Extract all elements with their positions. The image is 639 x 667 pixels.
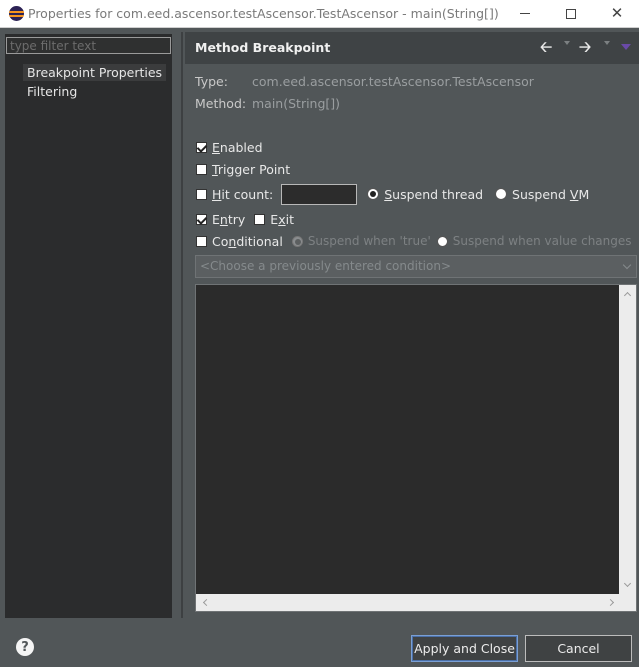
conditional-label-post: ditional: [236, 233, 283, 249]
hit-count-label-mnemonic: H: [212, 186, 222, 202]
scroll-down-icon[interactable]: [623, 579, 632, 588]
scrollbar-corner: [619, 594, 636, 611]
vertical-scrollbar[interactable]: [619, 285, 636, 594]
method-label: Method:: [195, 96, 247, 111]
trigger-point-checkbox[interactable]: [196, 163, 207, 175]
method-value: main(String[]): [252, 96, 341, 111]
exit-checkbox[interactable]: [254, 213, 266, 225]
trigger-point-label: Trigger Point: [212, 162, 290, 177]
suspend-thread-label[interactable]: Suspend thread: [384, 187, 483, 202]
condition-history-placeholder: <Choose a previously entered condition>: [200, 259, 451, 273]
enabled-label: Enabled: [212, 140, 263, 155]
suspend-thread-label-post: uspend thread: [392, 186, 484, 202]
entry-label-pre: E: [212, 211, 220, 227]
enabled-checkbox-row[interactable]: Enabled: [196, 138, 263, 156]
suspend-when-changes-radio[interactable]: [436, 235, 448, 247]
entry-label-mnemonic: n: [219, 211, 228, 227]
entry-checkbox[interactable]: [196, 213, 207, 225]
tree-item-filtering[interactable]: Filtering: [23, 83, 81, 100]
suspend-when-true-radio[interactable]: [291, 235, 303, 247]
entry-exit-row: Entry Exit: [196, 210, 294, 228]
scroll-right-icon[interactable]: [606, 598, 615, 607]
trigger-point-checkbox-row[interactable]: Trigger Point: [196, 160, 290, 178]
type-label: Type:: [195, 74, 228, 89]
apply-and-close-button[interactable]: Apply and Close: [411, 635, 518, 662]
suspend-thread-label-mnemonic: S: [384, 186, 393, 202]
exit-label[interactable]: Exit: [270, 212, 294, 227]
conditional-row: Conditional Suspend when 'true' Suspend …: [196, 232, 632, 250]
exit-label-post: it: [285, 211, 294, 227]
hit-count-label-post: it count:: [221, 186, 274, 202]
window-titlebar: Properties for com.eed.ascensor.testAsce…: [0, 0, 639, 28]
maximize-icon: [566, 8, 576, 19]
conditional-label[interactable]: Conditional: [212, 234, 283, 249]
suspend-vm-label-pre: Suspend: [512, 186, 570, 202]
scroll-left-icon[interactable]: [202, 598, 211, 607]
horizontal-scrollbar[interactable]: [196, 594, 621, 611]
forward-history-dropdown-icon[interactable]: [604, 41, 610, 45]
hit-count-input[interactable]: [281, 183, 358, 205]
conditional-label-pre: Co: [212, 233, 229, 249]
preference-tree-pane: Breakpoint Properties Filtering: [5, 34, 172, 618]
eclipse-logo-icon: [9, 6, 24, 21]
back-history-dropdown-icon[interactable]: [564, 41, 570, 45]
close-icon: ✕: [610, 4, 624, 22]
hit-count-label: Hit count:: [212, 187, 273, 202]
help-icon[interactable]: ?: [16, 638, 34, 656]
cancel-button[interactable]: Cancel: [525, 635, 632, 662]
dialog-footer: ? Apply and Close Cancel: [0, 618, 639, 667]
hit-count-checkbox[interactable]: [196, 188, 207, 200]
trigger-point-label-post: rigger Point: [217, 161, 291, 177]
entry-label-post: try: [227, 211, 246, 227]
window-title: Properties for com.eed.ascensor.testAsce…: [28, 6, 499, 21]
tree-item-breakpoint-properties[interactable]: Breakpoint Properties: [23, 64, 167, 81]
enabled-label-post: nabled: [219, 139, 263, 155]
maximize-button[interactable]: [548, 0, 594, 27]
hit-count-row: Hit count: Suspend thread Suspend VM: [196, 182, 589, 206]
minimize-button[interactable]: [502, 0, 548, 27]
suspend-thread-radio[interactable]: [367, 188, 380, 200]
suspend-when-true-label: Suspend when 'true': [307, 234, 431, 248]
condition-editor[interactable]: [195, 284, 637, 612]
scroll-up-icon[interactable]: [623, 291, 632, 300]
view-menu-icon[interactable]: [621, 44, 631, 50]
suspend-when-changes-label: Suspend when value changes: [452, 234, 632, 248]
entry-label[interactable]: Entry: [212, 212, 245, 227]
chevron-down-icon[interactable]: [618, 256, 636, 277]
suspend-vm-label[interactable]: Suspend VM: [512, 187, 589, 202]
exit-label-mnemonic: x: [278, 211, 286, 227]
condition-history-combo[interactable]: <Choose a previously entered condition>: [195, 255, 637, 278]
properties-page: Method Breakpoint 🡠 🡢 Type: com.eed.asce…: [185, 32, 639, 618]
enabled-checkbox[interactable]: [196, 141, 207, 153]
page-title: Method Breakpoint: [195, 40, 331, 55]
page-header: Method Breakpoint 🡠 🡢: [185, 32, 639, 64]
type-value: com.eed.ascensor.testAscensor.TestAscens…: [252, 74, 534, 89]
forward-arrow-icon[interactable]: 🡢: [579, 38, 591, 56]
suspend-vm-label-post: M: [578, 186, 590, 202]
minimize-icon: [520, 13, 530, 14]
conditional-checkbox[interactable]: [196, 235, 207, 247]
enabled-label-mnemonic: E: [212, 139, 220, 155]
filter-input[interactable]: [6, 37, 171, 54]
suspend-vm-radio[interactable]: [495, 188, 508, 200]
back-arrow-icon[interactable]: 🡠: [540, 38, 552, 56]
pane-divider[interactable]: [181, 32, 183, 618]
close-button[interactable]: ✕: [594, 0, 639, 27]
